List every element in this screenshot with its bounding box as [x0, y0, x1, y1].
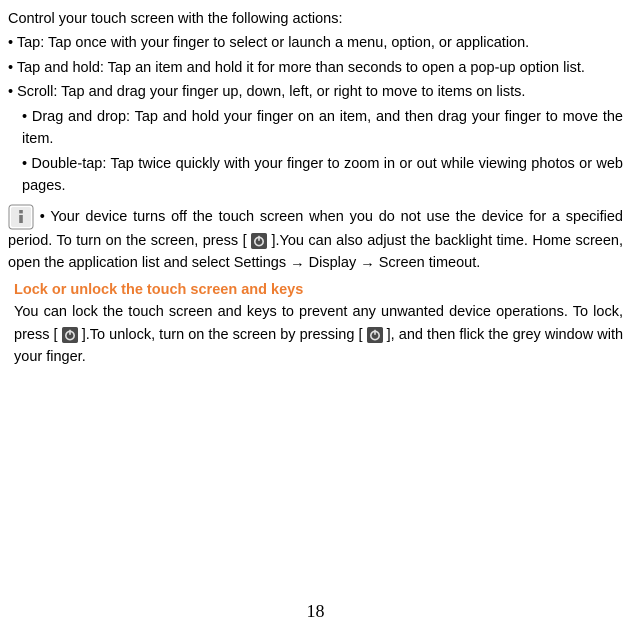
bullet-taphold: • Tap and hold: Tap an item and hold it …	[8, 57, 623, 79]
bullet-tap: • Tap: Tap once with your finger to sele…	[8, 32, 623, 54]
screen-off-block: • Your device turns off the touch screen…	[8, 204, 623, 275]
power-icon	[367, 327, 383, 343]
lock-heading: Lock or unlock the touch screen and keys	[8, 279, 623, 301]
lock-p2: ].To unlock, turn on the screen by press…	[82, 327, 363, 343]
bullet-scroll: • Scroll: Tap and drag your finger up, d…	[8, 81, 623, 103]
lock-paragraph: You can lock the touch screen and keys t…	[8, 301, 623, 368]
info-icon	[8, 204, 34, 230]
power-icon	[251, 233, 267, 249]
page-number: 18	[0, 598, 631, 626]
bullet-doubletap: • Double-tap: Tap twice quickly with you…	[8, 153, 623, 198]
power-icon	[62, 327, 78, 343]
intro-text: Control your touch screen with the follo…	[8, 8, 623, 30]
bullet-dragdrop: • Drag and drop: Tap and hold your finge…	[8, 106, 623, 151]
